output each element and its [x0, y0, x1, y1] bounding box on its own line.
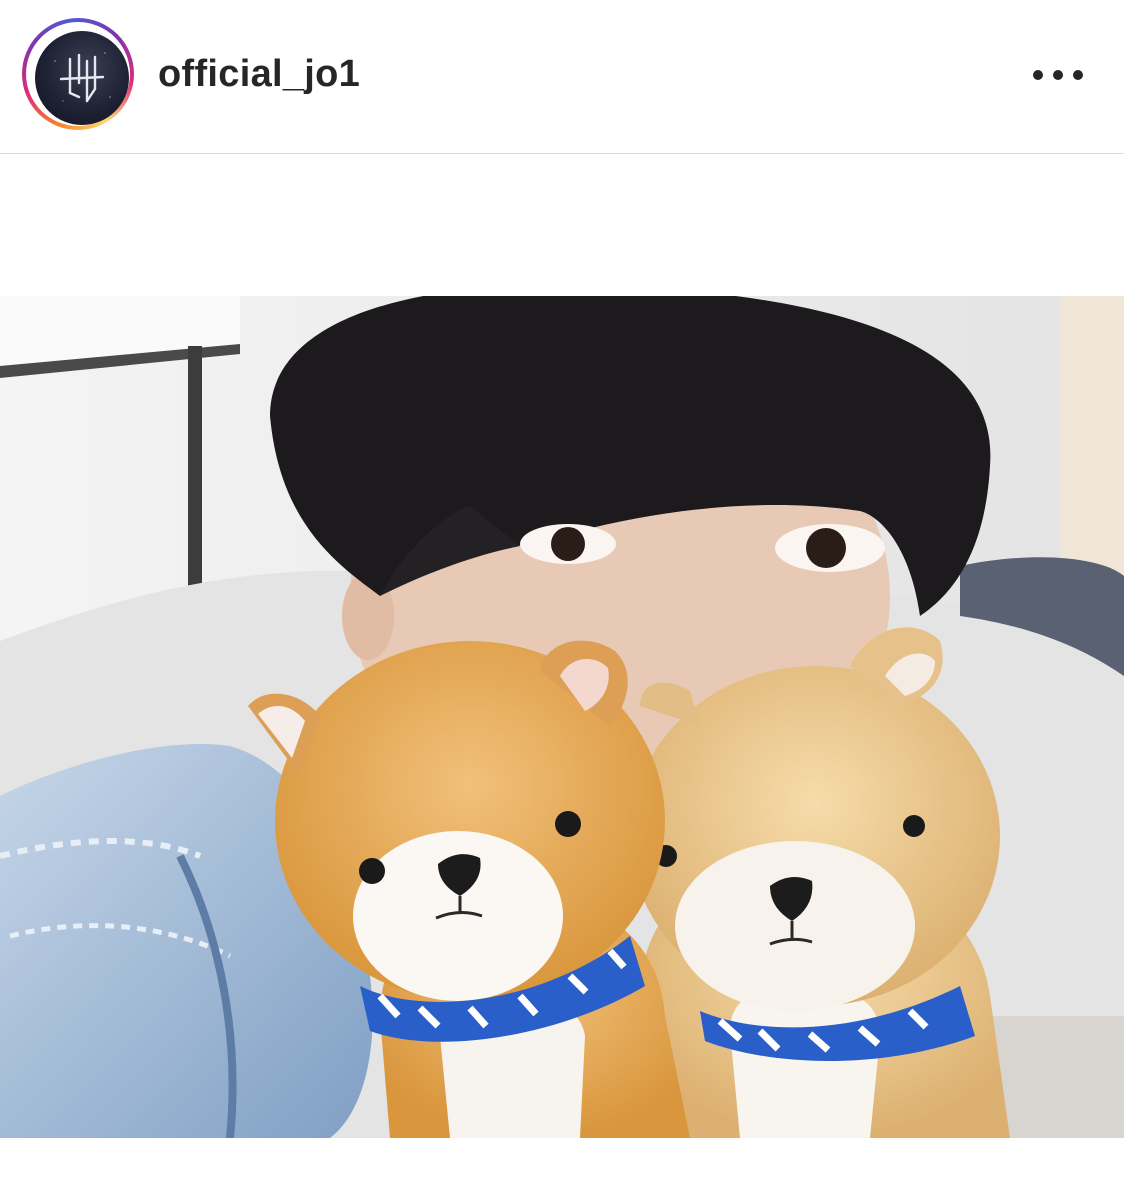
- header-divider: [0, 153, 1124, 154]
- more-options-button[interactable]: [1026, 60, 1090, 90]
- avatar[interactable]: [35, 31, 129, 125]
- jo1-logo-icon: [54, 52, 111, 103]
- username-link[interactable]: official_jo1: [158, 50, 360, 98]
- post-image[interactable]: [0, 296, 1124, 1138]
- story-ring[interactable]: [22, 18, 134, 130]
- post-header: official_jo1: [0, 0, 1124, 153]
- post-photo-illustration: [0, 296, 1124, 1138]
- more-options-icon: [1033, 70, 1083, 80]
